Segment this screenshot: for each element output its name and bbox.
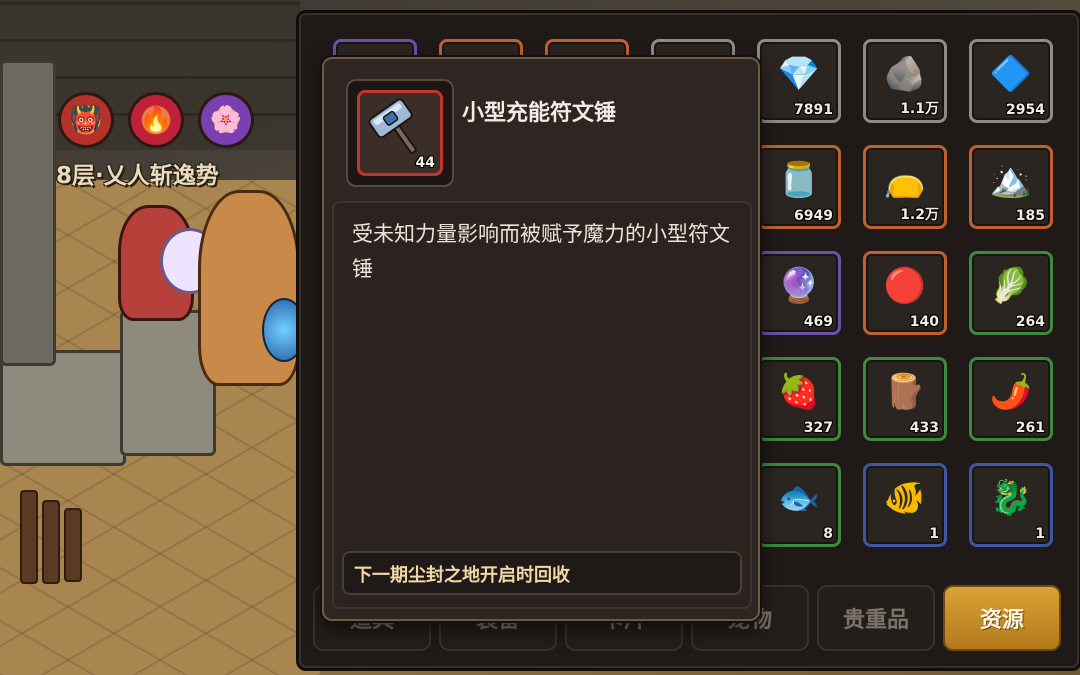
stone-wall-segment (0, 350, 126, 466)
demon-mask-icon[interactable]: 👹 (58, 92, 114, 148)
item-count: 261 (1015, 420, 1045, 436)
item-count: 1.1万 (900, 101, 939, 117)
item-count: 185 (1015, 208, 1045, 224)
item-count: 1.2万 (900, 207, 939, 223)
item-icon: 🐉 (989, 478, 1033, 518)
item-icon-frame: 44 (346, 79, 454, 187)
rune-hammer-icon (368, 98, 417, 154)
recycle-notice-text: 下一期尘封之地开启时回收 (354, 565, 570, 586)
inventory-slot[interactable]: 🍓 327 (757, 357, 841, 441)
item-quantity: 44 (415, 155, 435, 171)
item-icon: 🔴 (883, 266, 927, 306)
tab-4[interactable]: 贵重品 (817, 585, 935, 651)
item-icon: 🌶️ (989, 372, 1033, 412)
item-count: 433 (909, 420, 939, 436)
item-count: 1 (929, 526, 939, 542)
item-tooltip: 44 小型充能符文锤 受未知力量影响而被赋予魔力的小型符文锤 下一期尘封之地开启… (322, 57, 760, 621)
inventory-slot[interactable]: 🐟 8 (757, 463, 841, 547)
inventory-slot[interactable]: 🫙 6949 (757, 145, 841, 229)
inventory-slot[interactable]: 👝 1.2万 (863, 145, 947, 229)
item-icon: 🪨 (883, 54, 927, 94)
inventory-slot[interactable]: 🔷 2954 (969, 39, 1053, 123)
item-name: 小型充能符文锤 (462, 101, 617, 126)
item-icon: 👝 (883, 160, 927, 200)
tab-5[interactable]: 资源 (943, 585, 1061, 651)
recycle-notice: 下一期尘封之地开启时回收 (342, 551, 742, 595)
purple-flower-icon[interactable]: 🌸 (198, 92, 254, 148)
item-count: 140 (909, 314, 939, 330)
inventory-slot[interactable]: 🌶️ 261 (969, 357, 1053, 441)
item-count: 6949 (794, 208, 833, 224)
item-count: 327 (803, 420, 833, 436)
inventory-slot[interactable]: 🪵 433 (863, 357, 947, 441)
item-icon: 🐠 (883, 478, 927, 518)
stone-pillar (0, 60, 56, 366)
item-icon: 🪵 (883, 372, 927, 412)
fence-post (64, 508, 82, 582)
inventory-slot[interactable]: 🔴 140 (863, 251, 947, 335)
item-icon: 🔮 (777, 266, 821, 306)
fire-spirit-icon[interactable]: 🔥 (128, 92, 184, 148)
inventory-slot[interactable]: 🥬 264 (969, 251, 1053, 335)
item-description: 受未知力量影响而被赋予魔力的小型符文锤 (352, 222, 730, 281)
item-description-box: 受未知力量影响而被赋予魔力的小型符文锤 下一期尘封之地开启时回收 (332, 201, 752, 609)
boss-badges: 👹 🔥 🌸 (58, 92, 254, 148)
item-count: 7891 (794, 102, 833, 118)
item-count: 2954 (1006, 102, 1045, 118)
inventory-slot[interactable]: 💎 7891 (757, 39, 841, 123)
item-icon: 🥬 (989, 266, 1033, 306)
item-rarity-frame: 44 (357, 90, 443, 176)
item-icon: 🍓 (777, 372, 821, 412)
fence-post (20, 490, 38, 584)
floor-label: 8层·乂人斩逸势 (56, 163, 219, 189)
inventory-slot[interactable]: 🪨 1.1万 (863, 39, 947, 123)
item-count: 1 (1035, 526, 1045, 542)
item-icon: 🐟 (777, 478, 821, 518)
fence-post (42, 500, 60, 584)
inventory-slot[interactable]: 🔮 469 (757, 251, 841, 335)
inventory-slot[interactable]: 🐉 1 (969, 463, 1053, 547)
item-count: 469 (803, 314, 833, 330)
item-icon: 🫙 (777, 160, 821, 200)
item-icon: 🏔️ (989, 160, 1033, 200)
inventory-slot[interactable]: 🏔️ 185 (969, 145, 1053, 229)
item-count: 8 (823, 526, 833, 542)
item-count: 264 (1015, 314, 1045, 330)
item-icon: 💎 (777, 54, 821, 94)
inventory-slot[interactable]: 🐠 1 (863, 463, 947, 547)
item-icon: 🔷 (989, 54, 1033, 94)
